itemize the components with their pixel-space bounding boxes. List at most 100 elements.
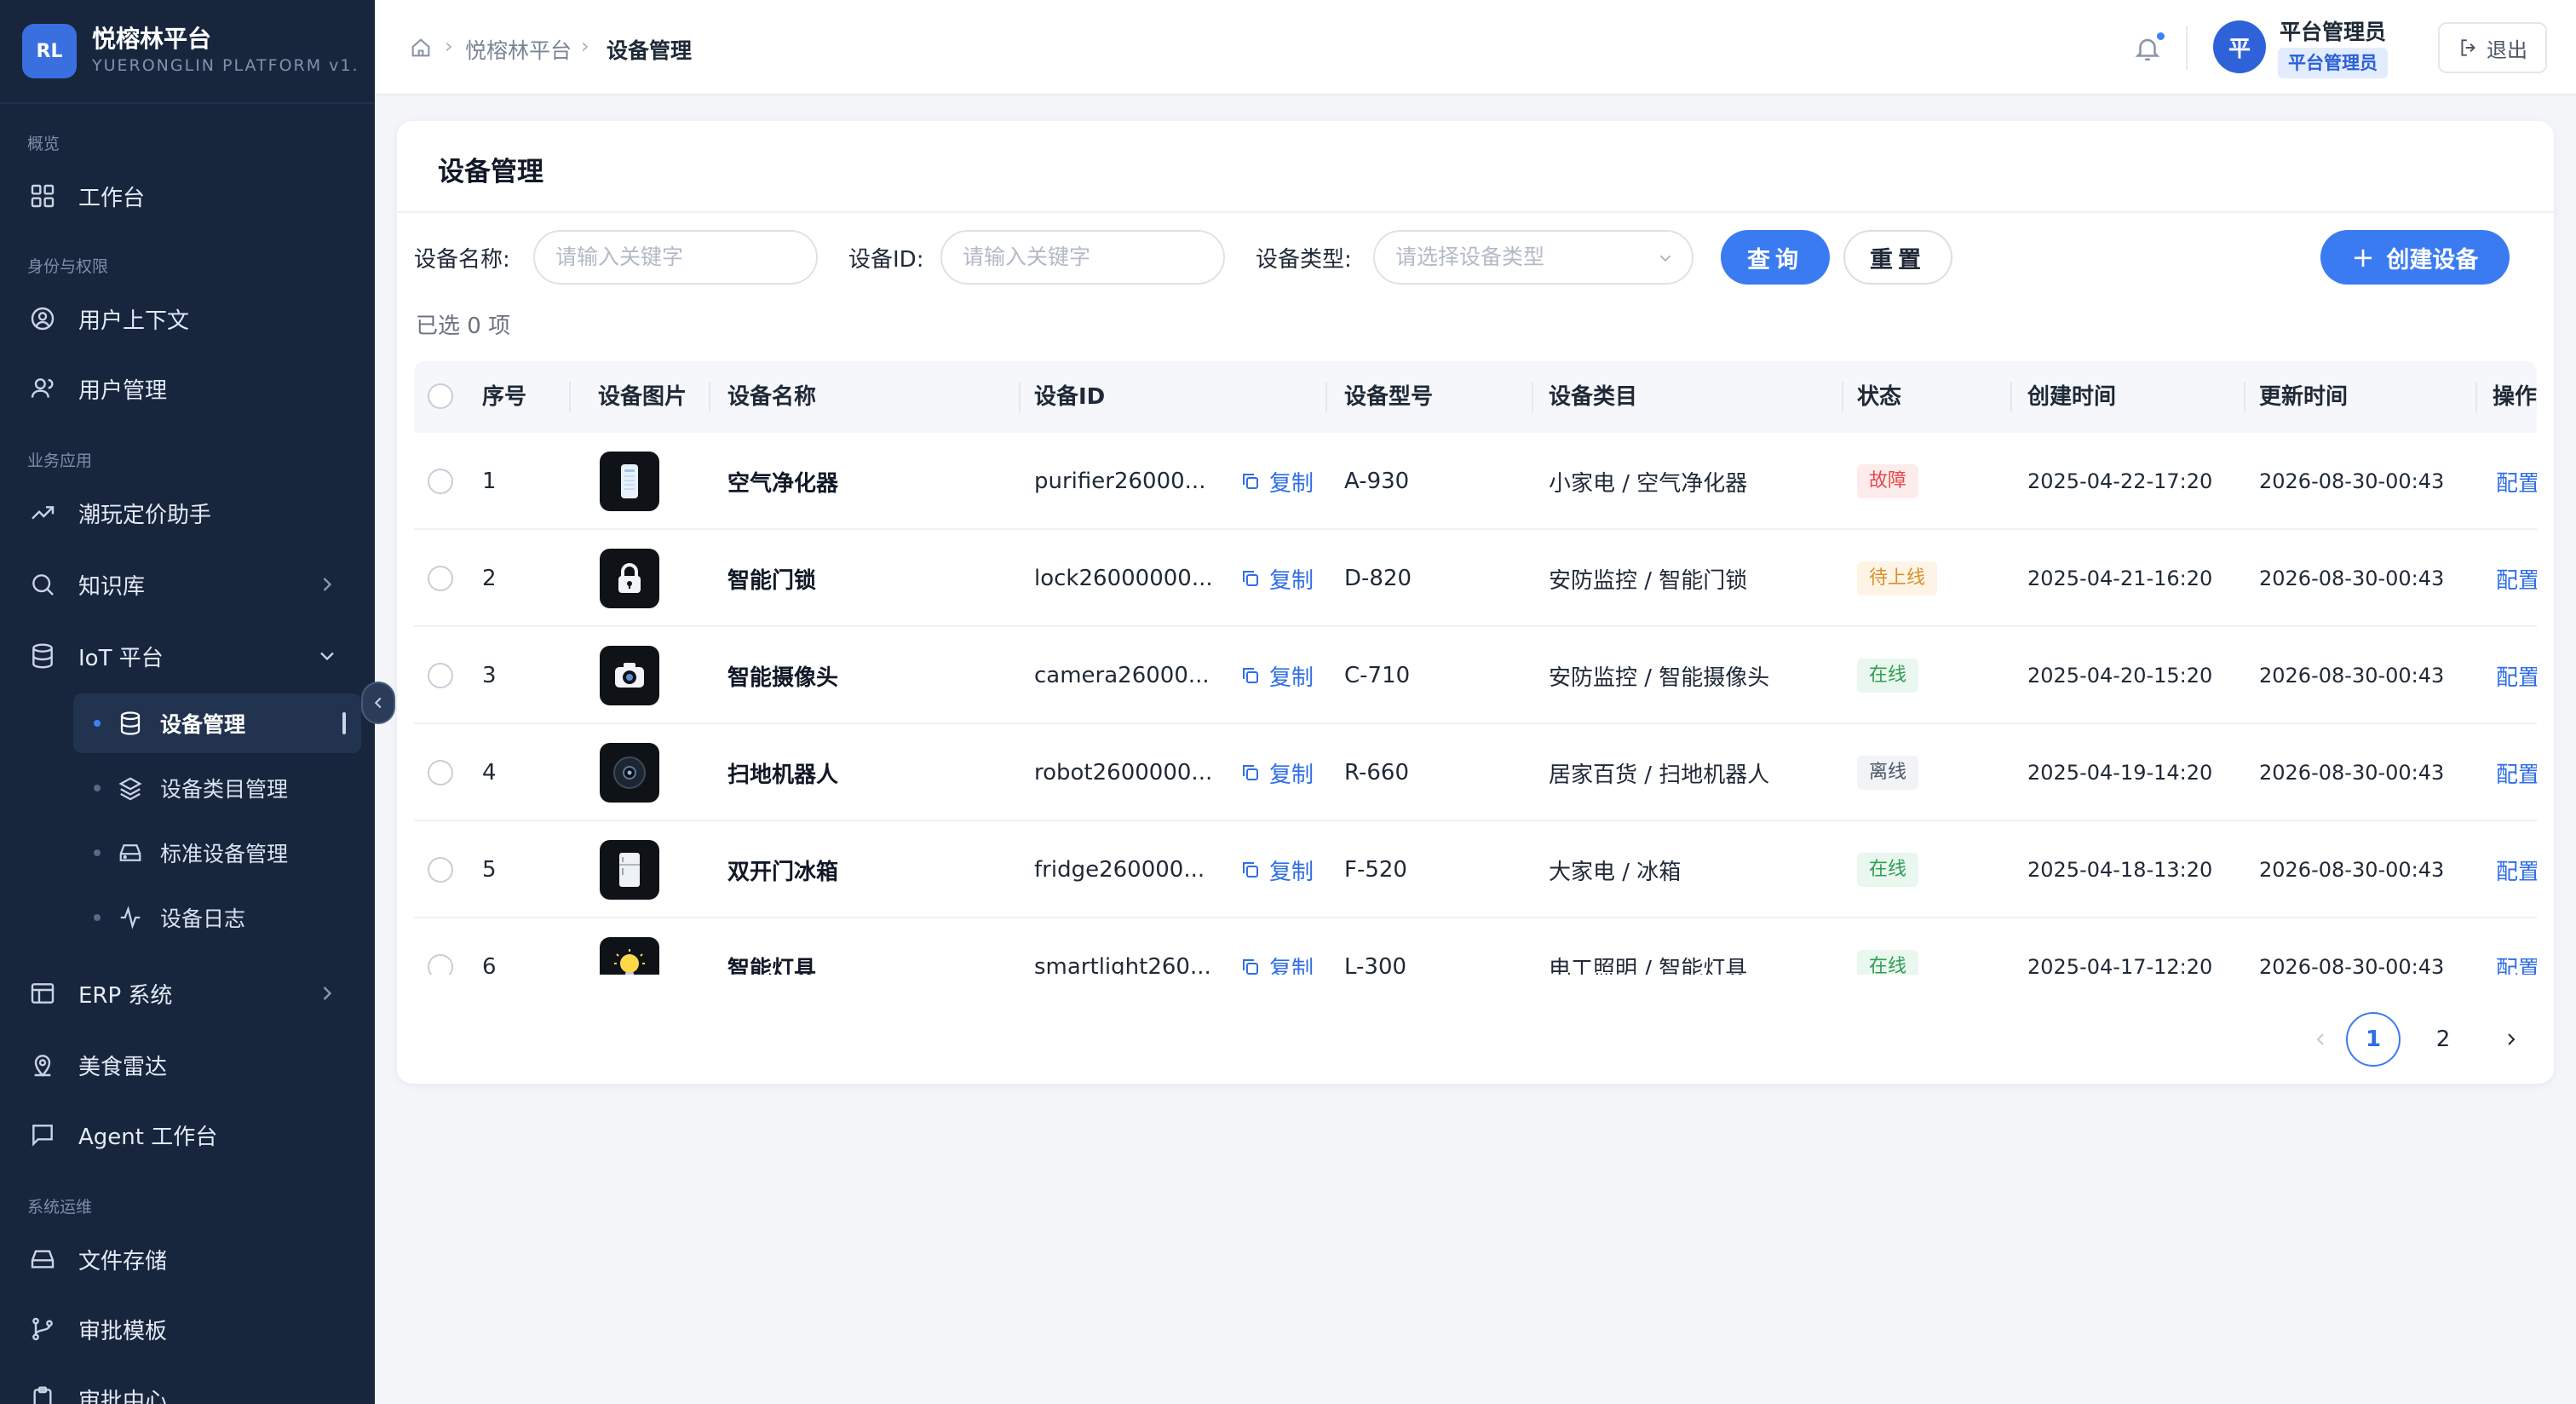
row-checkbox[interactable] — [428, 821, 453, 918]
active-indicator — [342, 712, 346, 734]
sidebar-collapse-button[interactable] — [361, 682, 395, 724]
brand-logo: RL — [22, 24, 77, 78]
device-name-input[interactable]: 请输入关键字 — [533, 230, 818, 285]
configure-link[interactable]: 配置 — [2496, 821, 2537, 918]
configure-link[interactable]: 配置 — [2496, 433, 2537, 530]
sidebar-sub-device-log[interactable]: 设备日志 — [73, 888, 361, 947]
row-checkbox[interactable] — [428, 918, 453, 975]
sidebar-item-workbench[interactable]: 工作台 — [27, 172, 351, 220]
copy-icon — [1243, 862, 1258, 878]
table-row[interactable]: 6 智能灯具 smartlight260... 复制 L-300 电工照明 / … — [414, 918, 2537, 975]
cell-created: 2025-04-22-17:20 — [2027, 469, 2213, 493]
home-icon[interactable] — [409, 36, 433, 60]
cell-image[interactable] — [600, 627, 659, 724]
table-row[interactable]: 2 智能门锁 lock26000000... 复制 D-820 安防监控 / 智… — [414, 530, 2537, 627]
column-separator — [2010, 382, 2012, 412]
filter-label-id: 设备ID: — [848, 247, 924, 273]
cell-image[interactable] — [600, 821, 659, 918]
checkbox[interactable] — [428, 760, 453, 785]
select-all-checkbox[interactable] — [428, 383, 453, 411]
cell-created: 2025-04-18-13:20 — [2027, 858, 2213, 882]
sidebar-item-approval-template[interactable]: 审批模板 — [27, 1305, 351, 1353]
sidebar-item-file-storage[interactable]: 文件存储 — [27, 1235, 351, 1283]
sidebar-sub-standard-device[interactable]: 标准设备管理 — [73, 823, 361, 883]
checkbox[interactable] — [428, 566, 453, 591]
prev-page-button[interactable] — [2293, 1012, 2348, 1067]
sidebar-item-iot[interactable]: IoT 平台 — [27, 632, 351, 680]
avatar[interactable]: 平 — [2213, 20, 2266, 73]
cell-category: 居家百货 / 扫地机器人 — [1549, 762, 1770, 788]
configure-link[interactable]: 配置 — [2496, 724, 2537, 821]
cell-image[interactable] — [600, 724, 659, 821]
row-checkbox[interactable] — [428, 724, 453, 821]
page-1-button[interactable]: 1 — [2346, 1012, 2401, 1067]
device-id-input[interactable]: 请输入关键字 — [940, 230, 1225, 285]
sidebar-item-food-radar[interactable]: 美食雷达 — [27, 1041, 351, 1089]
sidebar-item-user-context[interactable]: 用户上下文 — [27, 295, 351, 342]
fridge-icon — [600, 840, 659, 900]
cell-created: 2025-04-20-15:20 — [2027, 664, 2213, 688]
table-row[interactable]: 4 扫地机器人 robot2600000... 复制 R-660 居家百货 / … — [414, 724, 2537, 821]
device-type-select[interactable]: 请选择设备类型 — [1373, 230, 1693, 285]
checkbox[interactable] — [428, 663, 453, 688]
page-2-button[interactable]: 2 — [2416, 1012, 2470, 1067]
copy-icon — [1243, 474, 1258, 489]
copy-button[interactable]: 复制 — [1240, 821, 1314, 918]
configure-link[interactable]: 配置 — [2496, 627, 2537, 724]
cell-device-id: lock26000000... — [1034, 566, 1213, 591]
logout-button[interactable]: 退出 — [2438, 22, 2547, 73]
section-overview: 概览 — [27, 135, 60, 153]
configure-link[interactable]: 配置 — [2496, 530, 2537, 627]
section-business: 业务应用 — [27, 452, 93, 470]
sidebar-item-user-mgmt[interactable]: 用户管理 — [27, 365, 351, 412]
cell-image[interactable] — [600, 530, 659, 627]
checkbox[interactable] — [428, 383, 453, 409]
cell-image[interactable] — [600, 433, 659, 530]
copy-button[interactable]: 复制 — [1240, 433, 1314, 530]
checkbox[interactable] — [428, 469, 453, 494]
sidebar-item-approval-center[interactable]: 审批中心 — [27, 1375, 351, 1404]
air-purifier-icon — [600, 452, 659, 511]
table-row[interactable]: 3 智能摄像头 camera26000... 复制 C-710 安防监控 / 智… — [414, 627, 2537, 724]
row-checkbox[interactable] — [428, 627, 453, 724]
status-badge: 待上线 — [1857, 561, 1938, 596]
column-separator — [709, 382, 710, 412]
brand[interactable]: RL 悦榕林平台 YUERONGLIN PLATFORM v1. — [22, 20, 363, 82]
sidebar-sub-device-mgmt[interactable]: 设备管理 — [73, 693, 361, 753]
sidebar-item-knowledge[interactable]: 知识库 — [27, 561, 351, 608]
camera-icon — [600, 646, 659, 705]
table-row[interactable]: 5 双开门冰箱 fridge260000... 复制 F-520 大家电 / 冰… — [414, 821, 2537, 918]
breadcrumb-link[interactable]: 悦榕林平台 — [465, 34, 572, 65]
copy-button[interactable]: 复制 — [1240, 530, 1314, 627]
reset-button[interactable]: 重置 — [1843, 230, 1952, 285]
sidebar-item-agent[interactable]: Agent 工作台 — [27, 1111, 351, 1159]
chevron-right-icon — [323, 578, 332, 591]
users-icon — [27, 373, 58, 404]
table-header: 序号 设备图片 设备名称 设备ID 设备型号 设备类目 状态 创建时间 更新时间… — [414, 361, 2537, 433]
copy-button[interactable]: 复制 — [1240, 627, 1314, 724]
configure-link[interactable]: 配置 — [2496, 918, 2537, 975]
table-row[interactable]: 1 空气净化器 purifier26000... 复制 A-930 小家电 / … — [414, 433, 2537, 530]
database-icon — [27, 641, 58, 671]
query-button[interactable]: 查询 — [1721, 230, 1830, 285]
checkbox[interactable] — [428, 857, 453, 883]
copy-button[interactable]: 复制 — [1240, 918, 1314, 975]
cell-name: 智能灯具 — [727, 956, 817, 975]
breadcrumb-current: 设备管理 — [607, 38, 693, 63]
checkbox[interactable] — [428, 954, 453, 975]
sidebar-item-erp[interactable]: ERP 系统 — [27, 970, 351, 1017]
copy-button[interactable]: 复制 — [1240, 724, 1314, 821]
sidebar-divider — [0, 102, 375, 104]
col-header-status: 状态 — [1857, 384, 1902, 410]
sidebar-item-trend-pricing[interactable]: 潮玩定价助手 — [27, 489, 351, 537]
create-device-button[interactable]: + 创建设备 — [2320, 230, 2510, 285]
cell-image[interactable] — [600, 918, 659, 975]
sidebar-sub-category-mgmt[interactable]: 设备类目管理 — [73, 758, 361, 818]
row-checkbox[interactable] — [428, 530, 453, 627]
cell-no: 2 — [482, 566, 497, 591]
section-identity: 身份与权限 — [27, 257, 109, 276]
next-page-button[interactable] — [2484, 1012, 2539, 1067]
row-checkbox[interactable] — [428, 433, 453, 530]
status-badge: 故障 — [1857, 464, 1919, 498]
cell-device-id: smartlight260... — [1034, 954, 1211, 975]
